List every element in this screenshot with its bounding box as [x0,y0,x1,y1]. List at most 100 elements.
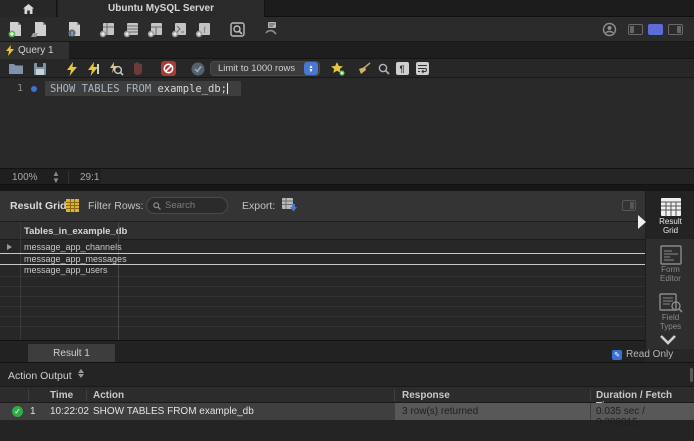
action-row-index: 1 [30,406,36,417]
explain-magnifier-icon [109,62,123,76]
column-divider [86,389,87,401]
column-header-action[interactable]: Action [93,390,124,401]
open-script-button[interactable] [30,20,49,39]
empty-row-separator [0,286,645,287]
column-header-time[interactable]: Time [50,390,73,401]
commit-button[interactable] [190,61,206,76]
grid-header-row: Tables_in_example_db [0,222,645,240]
pilcrow-icon: ¶ [396,62,409,75]
table-row[interactable]: message_app_messages [20,254,645,264]
new-query-tab-button[interactable] [6,20,25,39]
table-row[interactable]: message_app_channels [20,242,645,252]
empty-row-separator [0,306,645,307]
beautify-sql-button[interactable] [356,61,372,76]
tab-query-1[interactable]: Query 1 [0,42,69,59]
tab-result-1[interactable]: Result 1 [28,344,115,363]
sql-editor[interactable]: 1 SHOW TABLES FROM example_db; [0,78,694,168]
filter-rows-label: Filter Rows: [88,200,143,212]
scrollbar[interactable] [690,368,693,382]
sql-code-line[interactable]: SHOW TABLES FROM example_db; [50,83,228,95]
result-grid-table[interactable]: Tables_in_example_db message_app_channel… [0,222,645,340]
statusbar-right-section [101,169,694,184]
line-number: 1 [17,83,23,94]
success-check-icon: ✓ [12,406,23,417]
create-procedure-icon [171,21,188,38]
read-only-label: Read Only [626,349,673,360]
editor-status-bar: 100% ▲▼ 29:1 [0,168,694,185]
collapse-panel-arrow-icon[interactable] [638,215,646,229]
left-panel-glyph [630,26,634,33]
search-data-icon [229,21,246,38]
execute-current-statement-button[interactable] [86,61,102,76]
side-panel-item-label: Form Editor [654,265,688,283]
execute-lightning-icon [67,62,77,76]
commit-check-icon [191,62,205,76]
action-output-header: Action Output [0,366,694,383]
create-procedure-button[interactable] [170,20,189,39]
connection-tab[interactable]: Ubuntu MySQL Server [58,0,265,17]
action-output-column-header: Time Action Response Duration / Fetch Ti… [0,386,694,403]
result-panel-toggle-button[interactable] [622,200,636,211]
export-icon[interactable] [282,198,298,213]
server-status-button[interactable] [262,20,281,39]
create-view-icon [147,21,164,38]
column-divider [28,389,29,401]
inspector-button[interactable]: i [64,20,83,39]
lightning-icon [6,45,14,56]
column-header-response[interactable]: Response [402,390,450,401]
statement-marker-icon [31,86,37,92]
toggle-right-sidebar-button[interactable] [668,24,683,35]
gutter-divider [20,222,21,340]
sql-keywords: SHOW TABLES FROM [50,83,157,95]
stop-execution-button[interactable] [130,61,146,76]
result-side-panel: Result Grid Form Editor Field Types [645,191,694,349]
toggle-word-wrap-button[interactable] [414,61,430,76]
filter-search-input[interactable] [165,200,223,211]
toggle-stop-on-error-button[interactable] [160,61,176,76]
explain-statement-button[interactable] [108,61,124,76]
home-tab[interactable] [0,0,57,17]
side-panel-item-result-grid[interactable]: Result Grid [646,191,694,239]
table-row[interactable]: message_app_users [20,265,645,275]
action-row-action: SHOW TABLES FROM example_db [93,406,254,417]
save-snippet-button[interactable] [330,61,346,76]
panel-glyph [630,202,634,209]
action-row-response: 3 row(s) returned [395,403,590,420]
filter-search-box[interactable] [146,197,228,214]
save-script-button[interactable] [32,61,48,76]
snippet-star-icon [331,62,345,76]
create-view-button[interactable] [146,20,165,39]
home-icon [23,4,34,14]
grid-column-header[interactable]: Tables_in_example_db [24,226,127,237]
query-tab-bar: Query 1 [0,42,694,59]
action-output-row[interactable]: ✓ 1 10:22:02 SHOW TABLES FROM example_db… [0,403,694,420]
side-panel-item-field-types[interactable]: Field Types [646,287,694,335]
new-document-icon [8,21,24,38]
column-divider[interactable] [118,222,119,340]
create-table-button[interactable] [122,20,141,39]
folder-icon [9,63,23,74]
word-wrap-icon [416,62,429,75]
output-selector-dropdown[interactable] [78,369,84,378]
execute-statement-button[interactable] [64,61,80,76]
empty-row-separator [0,296,645,297]
create-schema-button[interactable] [98,20,117,39]
toggle-output-panel-button[interactable] [648,24,663,35]
find-button[interactable] [376,61,392,76]
create-function-icon: f [195,21,212,38]
search-table-data-button[interactable] [228,20,247,39]
connection-status-button[interactable] [600,20,619,39]
toggle-invisible-chars-button[interactable]: ¶ [394,61,410,76]
toggle-left-sidebar-button[interactable] [628,24,643,35]
open-file-button[interactable] [8,61,24,76]
create-function-button[interactable]: f [194,20,213,39]
side-panel-item-form-editor[interactable]: Form Editor [646,239,694,287]
result-grid-toolbar: Result Grid Filter Rows: Export: [0,191,645,222]
editor-zoom-level: 100% [12,172,38,183]
limit-rows-dropdown[interactable]: Limit to 1000 rows ▲▼ [210,61,320,76]
zoom-stepper[interactable]: ▲▼ [52,170,60,184]
result-grid-view-icon [660,197,682,217]
document-info-icon: i [66,21,82,38]
empty-row-separator [0,326,645,327]
result-section: Result Grid Filter Rows: Export: Tables_… [0,185,694,362]
